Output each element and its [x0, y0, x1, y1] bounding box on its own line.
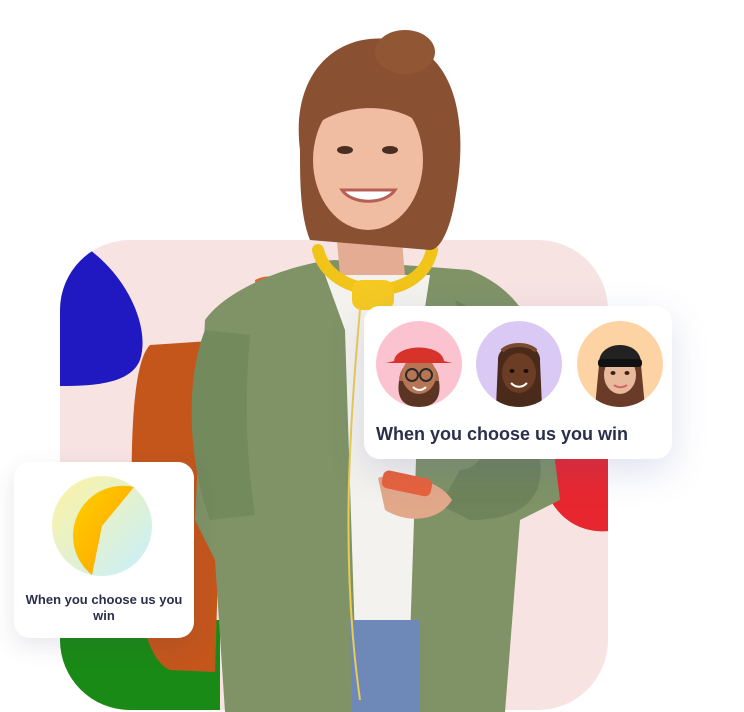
- avatar-card: When you choose us you win: [364, 306, 672, 459]
- avatar-red-bucket-hat-icon: [376, 321, 462, 407]
- avatar-card-caption: When you choose us you win: [376, 424, 629, 444]
- avatar-braids-icon: [476, 321, 562, 407]
- avatar-beanie-icon: [577, 321, 663, 407]
- pie-card: When you choose us you win: [14, 462, 194, 638]
- hero-illustration: When you choose us you win When you choo…: [0, 0, 744, 712]
- pie-card-caption: When you choose us you win: [25, 592, 183, 623]
- pie-chart-icon: [52, 476, 152, 576]
